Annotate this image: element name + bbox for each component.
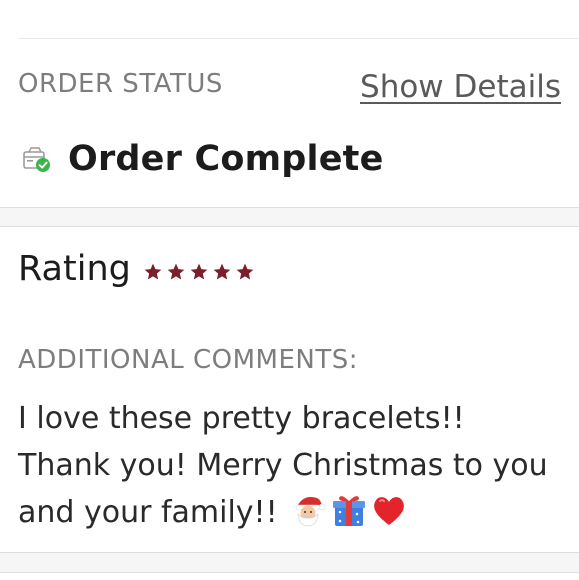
order-status-row: Order Complete <box>22 137 384 181</box>
comment-text: I love these pretty bracelets!! Thank yo… <box>18 401 548 530</box>
star-icon <box>190 263 208 280</box>
additional-comments-label: ADDITIONAL COMMENTS: <box>18 345 359 375</box>
package-check-icon <box>22 144 52 174</box>
star-icon <box>167 263 185 280</box>
additional-comments-text: I love these pretty bracelets!! Thank yo… <box>18 395 563 536</box>
rating-section: Rating ADDITIONAL COMMENTS: I love these… <box>0 227 579 552</box>
star-icon <box>213 263 231 280</box>
order-status-header: ORDER STATUS Show Details <box>18 65 561 105</box>
order-status-section: ORDER STATUS Show Details Order Complete <box>0 39 579 207</box>
red-heart-emoji <box>371 492 407 528</box>
star-icon <box>144 263 162 280</box>
santa-emoji <box>291 492 327 528</box>
order-status-label: ORDER STATUS <box>18 69 223 99</box>
show-details-link[interactable]: Show Details <box>360 69 561 105</box>
star-rating <box>143 256 255 282</box>
section-separator <box>0 207 579 227</box>
rating-row: Rating <box>18 249 255 289</box>
next-card-edge <box>0 572 579 580</box>
order-status-text: Order Complete <box>68 139 384 179</box>
gift-emoji <box>331 492 367 528</box>
star-icon <box>236 263 254 280</box>
rating-label: Rating <box>18 249 131 289</box>
